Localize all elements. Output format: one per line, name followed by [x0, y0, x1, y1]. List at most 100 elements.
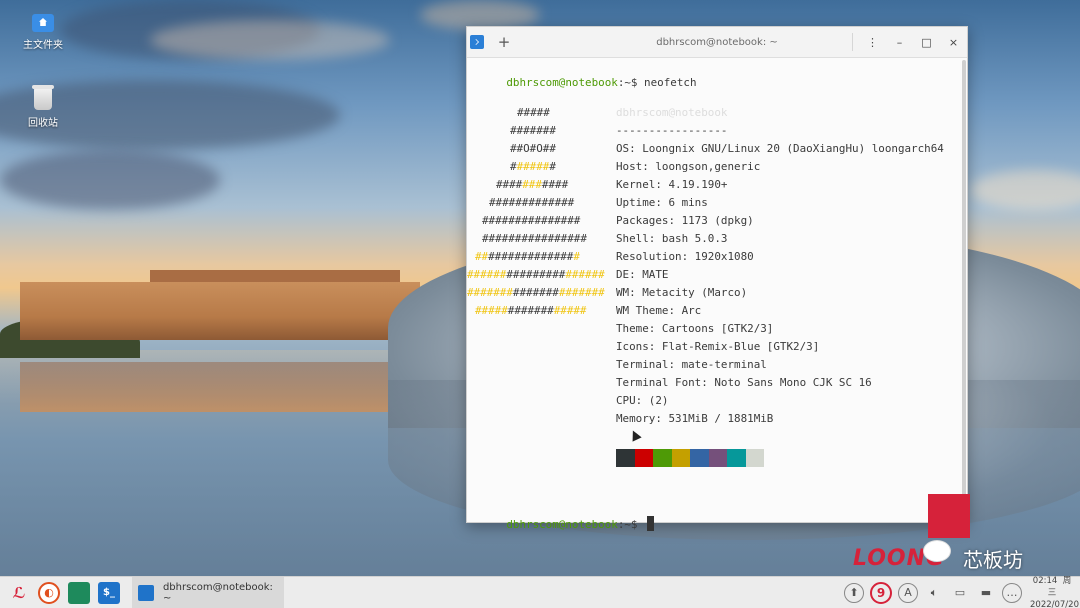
- logo-segment: #########: [506, 268, 566, 281]
- logo-segment: ###: [522, 178, 542, 191]
- logo-segment: #####: [517, 106, 550, 119]
- terminal-tab-icon[interactable]: [470, 35, 484, 49]
- watermark-logo-icon: [928, 494, 970, 538]
- terminal-task-icon: [138, 584, 154, 601]
- desktop-icon-trash[interactable]: 回收站: [13, 85, 73, 129]
- logo-line: ################: [482, 232, 587, 246]
- network-icon[interactable]: ▭: [950, 583, 970, 603]
- color-swatch: [634, 449, 653, 467]
- desktop-icon-label: 主文件夹: [23, 40, 63, 51]
- neofetch-info-line: Resolution: 1920x1080: [616, 250, 754, 263]
- logo-line: #######: [510, 160, 556, 174]
- neofetch-info-line: Uptime: 6 mins: [616, 196, 708, 209]
- command-text: neofetch: [644, 76, 697, 89]
- taskbar-task-label: dbhrscom@notebook: ~: [162, 581, 273, 604]
- system-tray: ⬆ 9 A 🔈︎ ▭ ▬ … 02:14 周三 2022/07/20: [844, 575, 1080, 608]
- logo-line: #######: [510, 124, 556, 138]
- neofetch-separator: -----------------: [616, 124, 728, 137]
- terminal-output[interactable]: dbhrscom@notebook:~$ neofetch ##### #####…: [467, 58, 959, 531]
- logo-segment: #: [549, 160, 556, 173]
- prompt-user: dbhrscom@notebook: [506, 518, 618, 531]
- logo-segment: #####: [475, 304, 508, 317]
- logo-segment: ######: [467, 268, 507, 281]
- taskbar-task-terminal[interactable]: dbhrscom@notebook: ~: [132, 576, 284, 608]
- logo-segment: #####: [553, 304, 587, 317]
- watermark-text: 芯板坊: [963, 548, 1023, 572]
- prompt-user: dbhrscom@notebook: [506, 76, 618, 89]
- logo-segment: ####: [541, 178, 569, 191]
- neofetch-info-line: WM: Metacity (Marco): [616, 286, 748, 299]
- clock[interactable]: 02:14 周三 2022/07/20: [1030, 575, 1079, 608]
- close-button[interactable]: ×: [940, 36, 967, 49]
- logo-line: #####################: [467, 268, 605, 282]
- neofetch-info-line: Terminal Font: Noto Sans Mono CJK SC 16: [616, 376, 872, 389]
- logo-segment: #######: [512, 286, 559, 299]
- window-titlebar[interactable]: + dbhrscom@notebook: ~ ⋮ – □ ×: [467, 27, 967, 58]
- logo-segment: #############: [488, 250, 574, 263]
- neofetch-info-line: Host: loongson,generic: [616, 160, 761, 173]
- logo-segment: #######: [467, 286, 513, 299]
- logo-line: ################: [475, 250, 580, 264]
- volume-icon[interactable]: 🔈︎: [924, 583, 944, 603]
- file-manager-icon[interactable]: [68, 581, 90, 604]
- text-cursor: [647, 516, 655, 531]
- new-tab-button[interactable]: +: [494, 32, 514, 52]
- neofetch-info-line: Memory: 531MiB / 1881MiB: [616, 412, 774, 425]
- logo-line: #####################: [467, 286, 605, 300]
- logo-segment: #: [573, 250, 580, 263]
- neofetch-info-line: Packages: 1173 (dpkg): [616, 214, 754, 227]
- logo-segment: #######: [507, 304, 554, 317]
- logo-segment: #######: [510, 124, 556, 137]
- input-method-icon[interactable]: A: [898, 582, 918, 603]
- menu-button[interactable]: ⋮: [859, 36, 886, 49]
- logo-line: #############: [489, 196, 574, 210]
- chat-icon[interactable]: …: [1002, 582, 1022, 603]
- start-menu-icon[interactable]: ℒ: [8, 582, 30, 604]
- logo-line: ###############: [482, 214, 580, 228]
- color-swatch: [708, 449, 727, 467]
- logo-segment: #############: [489, 196, 575, 209]
- neofetch-info-line: Terminal: mate-terminal: [616, 358, 767, 371]
- mouse-cursor-icon: [628, 428, 642, 442]
- terminal-window[interactable]: + dbhrscom@notebook: ~ ⋮ – □ × dbhrscom@…: [466, 26, 968, 531]
- color-swatch: [727, 449, 746, 467]
- logo-line: #################: [475, 304, 587, 318]
- logo-segment: ################: [482, 232, 587, 245]
- clock-date: 2022/07/20: [1030, 599, 1079, 608]
- neofetch-info-line: OS: Loongnix GNU/Linux 20 (DaoXiangHu) l…: [616, 142, 944, 155]
- neofetch-info-line: Icons: Flat-Remix-Blue [GTK2/3]: [616, 340, 820, 353]
- color-swatch: [690, 449, 709, 467]
- logo-segment: #######: [558, 286, 605, 299]
- neofetch-info-line: CPU: (2): [616, 394, 669, 407]
- prompt-suffix: :~$: [617, 518, 645, 531]
- logo-segment: #####: [516, 160, 550, 173]
- minimize-button[interactable]: –: [886, 36, 913, 49]
- color-palette: [616, 449, 764, 467]
- logo-line: ###########: [496, 178, 568, 192]
- maximize-button[interactable]: □: [913, 36, 940, 49]
- browser-icon[interactable]: ◐: [38, 581, 60, 604]
- prompt-suffix: :~$: [617, 76, 645, 89]
- desktop-icon-label: 回收站: [28, 118, 58, 129]
- taskbar: ℒ ◐ $_ dbhrscom@notebook: ~ ⬆ 9 A 🔈︎ ▭ ▬…: [0, 576, 1080, 608]
- battery-icon[interactable]: ▬: [976, 583, 996, 603]
- terminal-launcher-icon[interactable]: $_: [98, 581, 120, 604]
- titlebar-divider: [852, 33, 853, 51]
- desktop-icon-home-folder[interactable]: 主文件夹: [13, 14, 73, 51]
- notification-badge[interactable]: 9: [870, 581, 892, 604]
- neofetch-header: dbhrscom@notebook: [616, 106, 728, 119]
- terminal-scrollbar[interactable]: [962, 60, 966, 500]
- logo-segment: ######: [565, 268, 605, 281]
- color-swatch: [745, 449, 764, 467]
- home-folder-icon: [32, 14, 54, 32]
- neofetch-info-line: Theme: Cartoons [GTK2/3]: [616, 322, 774, 335]
- logo-segment: ##O#O##: [510, 142, 556, 155]
- color-swatch: [671, 449, 690, 467]
- logo-segment: ##: [475, 250, 489, 263]
- logo-segment: ###############: [482, 214, 581, 227]
- neofetch-info-line: Shell: bash 5.0.3: [616, 232, 728, 245]
- color-swatch: [616, 449, 635, 467]
- keyboard-status-icon[interactable]: ⬆: [844, 582, 864, 603]
- logo-line: #####: [517, 106, 550, 120]
- neofetch-info-line: WM Theme: Arc: [616, 304, 702, 317]
